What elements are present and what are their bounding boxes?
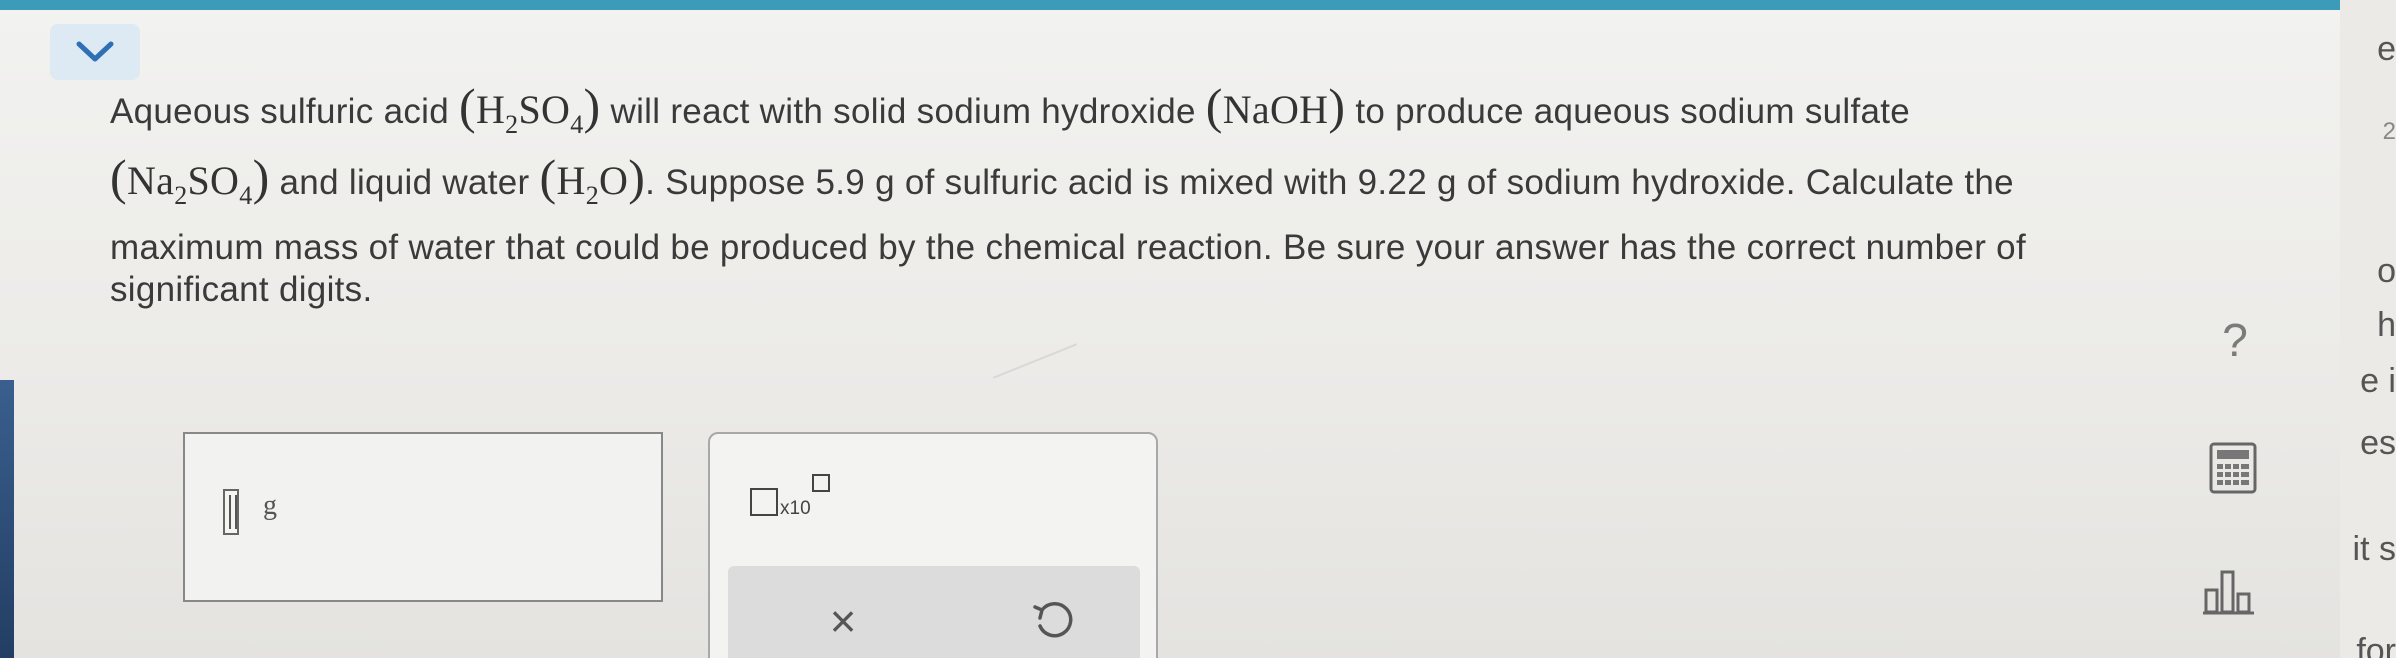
sci-base-box <box>750 488 778 516</box>
undo-button[interactable] <box>1028 596 1078 646</box>
problem-line-2: (Na2SO4) and liquid water (H2O). Suppose… <box>110 151 2310 222</box>
problem-line-3: maximum mass of water that could be prod… <box>110 228 2026 267</box>
sci-notation-label: x10 <box>780 498 811 519</box>
answer-input[interactable] <box>223 489 239 535</box>
formula-part: SO <box>187 158 240 203</box>
formula-h2so4: H2SO4 <box>475 87 584 139</box>
help-icon: ? <box>2222 314 2248 366</box>
problem-text: . Suppose 5.9 g of sulfuric acid is mixe… <box>645 163 2014 202</box>
top-band <box>0 0 2396 10</box>
clear-button[interactable]: × <box>818 596 868 646</box>
data-button[interactable] <box>2200 560 2260 620</box>
problem-text: will react with solid sodium hydroxide <box>610 92 1196 131</box>
formula-sub: 2 <box>505 110 519 139</box>
open-paren: ( <box>1205 78 1223 134</box>
background-edge <box>0 380 14 658</box>
formula-part: SO <box>518 87 571 132</box>
formula-sub: 4 <box>570 110 584 139</box>
side-fragment: it s <box>2352 530 2396 568</box>
answer-box: g <box>183 432 663 602</box>
chevron-down-icon <box>76 41 114 62</box>
formula-sub: 2 <box>174 181 188 210</box>
problem-statement: Aqueous sulfuric acid (H2SO4) will react… <box>110 80 2310 316</box>
problem-text: and liquid water <box>279 163 530 202</box>
open-paren: ( <box>459 78 476 134</box>
formula-h2o: H2O <box>556 158 629 210</box>
collapse-button[interactable] <box>50 24 140 80</box>
side-fragment: es <box>2360 424 2396 462</box>
bar-chart-icon <box>2203 570 2254 615</box>
side-fragment: e i <box>2360 362 2396 400</box>
formula-naoh: NaOH <box>1222 87 1329 132</box>
help-button[interactable]: ? <box>2205 310 2265 370</box>
open-paren: ( <box>539 149 557 205</box>
formula-sub: 4 <box>239 181 253 210</box>
calculator-button[interactable] <box>2205 440 2261 496</box>
side-fragment: e <box>2377 30 2396 68</box>
formula-part: H <box>556 158 586 203</box>
sci-exponent-box <box>812 474 830 492</box>
formula-na2so4: Na2SO4 <box>126 158 253 210</box>
keypad-actions: × <box>728 566 1140 658</box>
formula-part: O <box>599 158 629 203</box>
unit-label: g <box>263 490 277 521</box>
close-paren: ) <box>583 78 601 134</box>
side-fragment: o <box>2377 252 2396 290</box>
calculator-icon <box>2209 442 2257 494</box>
math-keypad: x10 × <box>708 432 1158 658</box>
side-fragment: for <box>2356 632 2396 658</box>
formula-sub: 2 <box>585 181 599 210</box>
right-panel-cutoff: e 2 o h e i es it s for <box>2340 0 2396 658</box>
problem-line-1: Aqueous sulfuric acid (H2SO4) will react… <box>110 80 2310 151</box>
close-paren: ) <box>252 149 270 205</box>
close-paren: ) <box>1328 78 1346 134</box>
problem-text: Aqueous sulfuric acid <box>110 92 449 131</box>
undo-icon <box>1033 602 1073 638</box>
scientific-notation-button[interactable]: x10 <box>750 474 840 524</box>
formula-part: Na <box>126 158 175 203</box>
clear-icon: × <box>829 595 857 647</box>
screen: Aqueous sulfuric acid (H2SO4) will react… <box>0 0 2396 658</box>
problem-text: to produce aqueous sodium sulfate <box>1355 92 1911 131</box>
formula-part: H <box>475 87 506 132</box>
side-fragment: h <box>2377 306 2396 344</box>
screen-smudge <box>992 343 1078 379</box>
close-paren: ) <box>628 149 646 205</box>
open-paren: ( <box>110 149 127 205</box>
side-fragment: 2 <box>2382 118 2396 145</box>
